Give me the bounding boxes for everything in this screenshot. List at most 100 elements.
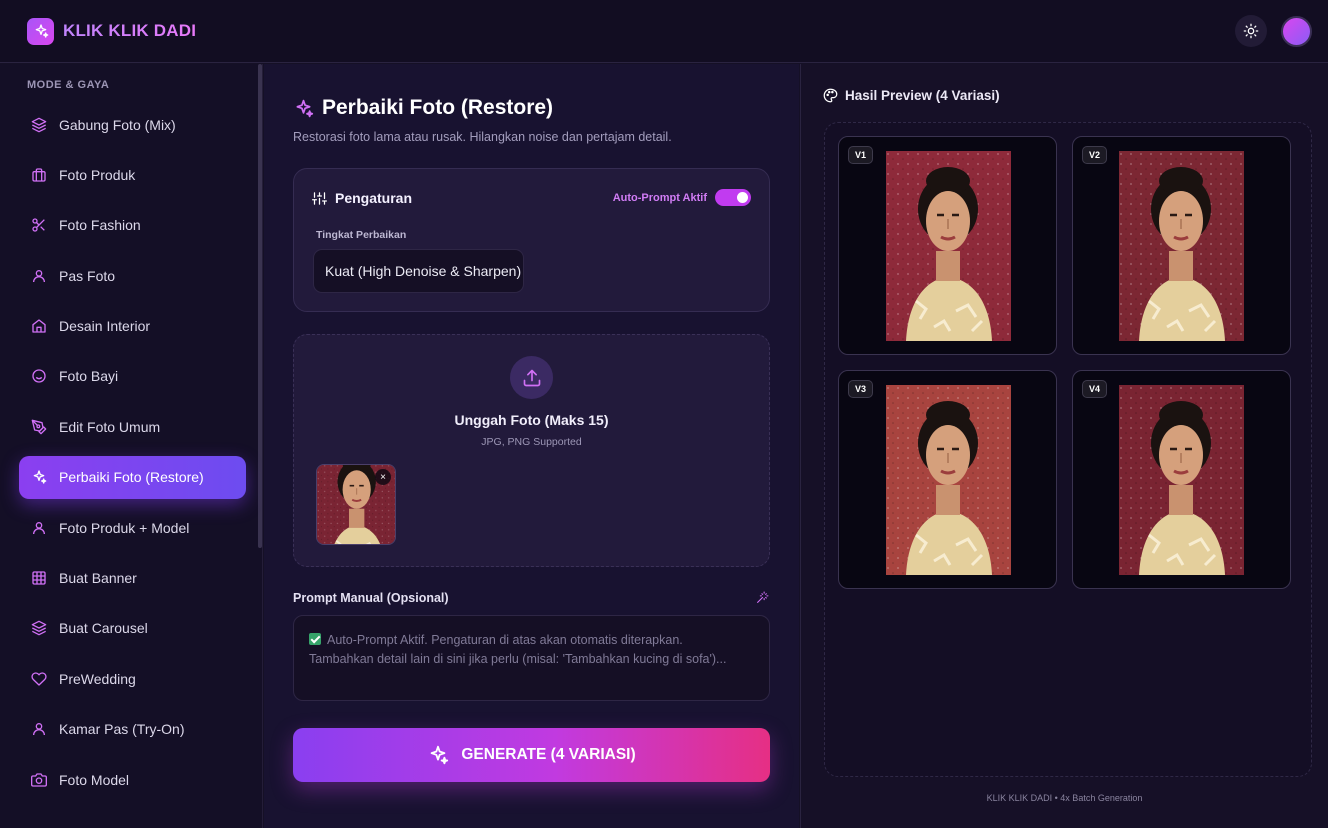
prompt-textarea[interactable]: Auto-Prompt Aktif. Pengaturan di atas ak… <box>293 615 770 701</box>
page-title-row: Perbaiki Foto (Restore) <box>293 96 553 120</box>
page-title: Perbaiki Foto (Restore) <box>322 96 554 119</box>
sidebar-item-label: Foto Produk <box>59 166 136 183</box>
sidebar-item-foto-produk[interactable]: Foto Produk <box>19 153 246 196</box>
settings-title: Pengaturan <box>312 190 412 206</box>
home-icon <box>32 319 46 333</box>
heart-icon <box>31 672 47 686</box>
remove-photo-button[interactable]: × <box>375 469 391 485</box>
auto-prompt-control: Auto-Prompt Aktif <box>613 189 751 206</box>
generate-label: GENERATE (4 VARIASI) <box>461 746 636 763</box>
prompt-placeholder-text-1: Auto-Prompt Aktif. Pengaturan di atas ak… <box>327 633 683 647</box>
sparkles-icon <box>27 17 54 45</box>
preview-panel: Hasil Preview (4 Variasi) V1 V2 V3 V4 KL… <box>800 64 1328 828</box>
sidebar-item-desain-interior[interactable]: Desain Interior <box>19 305 246 348</box>
page-subtitle: Restorasi foto lama atau rusak. Hilangka… <box>293 130 672 144</box>
wand-icon <box>757 591 769 603</box>
nav-list: Gabung Foto (Mix) Foto Produk Foto Fashi… <box>19 103 246 808</box>
variant-badge: V3 <box>848 380 874 398</box>
auto-prompt-toggle[interactable] <box>715 189 751 206</box>
variant-2-image <box>1119 151 1244 341</box>
auto-prompt-label: Auto-Prompt Aktif <box>612 191 707 204</box>
app-header: KLIK KLIK DADI <box>0 0 1328 63</box>
palette-icon <box>823 88 838 103</box>
sidebar-item-label: Foto Produk + Model <box>59 519 190 536</box>
variant-card-2[interactable]: V2 <box>1072 136 1291 355</box>
generate-button[interactable]: GENERATE (4 VARIASI) <box>293 728 770 782</box>
sparkles-icon <box>296 99 314 117</box>
sparkles-icon <box>431 745 449 765</box>
briefcase-icon <box>32 168 46 182</box>
sidebar-item-label: Buat Carousel <box>59 620 148 637</box>
upload-dropzone[interactable]: Unggah Foto (Maks 15) JPG, PNG Supported… <box>293 334 770 567</box>
sidebar-item-label: Kamar Pas (Try-On) <box>59 721 185 738</box>
sidebar-item-label: Desain Interior <box>59 318 151 335</box>
user-icon <box>33 521 45 534</box>
sidebar-heading: MODE & GAYA <box>27 79 110 91</box>
footer-note: KLIK KLIK DADI • 4x Batch Generation <box>986 793 1143 803</box>
variant-card-1[interactable]: V1 <box>838 136 1057 355</box>
upload-subtitle: JPG, PNG Supported <box>481 436 582 448</box>
sidebar-item-label: Perbaiki Foto (Restore) <box>59 469 204 486</box>
sidebar-item-buat-banner[interactable]: Buat Banner <box>19 557 246 600</box>
sidebar: MODE & GAYA Gabung Foto (Mix) Foto Produ… <box>0 64 263 828</box>
sidebar-item-foto-bayi[interactable]: Foto Bayi <box>19 355 246 398</box>
prompt-label: Prompt Manual (Opsional) <box>293 591 449 605</box>
preview-title: Hasil Preview (4 Variasi) <box>823 88 1000 103</box>
sidebar-item-label: Foto Fashion <box>59 217 141 234</box>
variant-1-image <box>886 151 1011 341</box>
sidebar-item-kamar-pas[interactable]: Kamar Pas (Try-On) <box>19 708 246 751</box>
checkbox-icon <box>309 633 321 645</box>
app-name: KLIK KLIK DADI <box>63 21 197 40</box>
sidebar-item-perbaiki-foto[interactable]: Perbaiki Foto (Restore) <box>19 455 246 499</box>
preview-title-label: Hasil Preview (4 Variasi) <box>845 88 1000 103</box>
sidebar-item-buat-carousel[interactable]: Buat Carousel <box>19 607 246 650</box>
upload-button[interactable] <box>510 356 553 399</box>
sun-icon <box>1243 23 1259 39</box>
sidebar-item-label: Buat Banner <box>59 570 137 587</box>
prompt-placeholder-line-2: Tambahkan detail lain di sini jika perlu… <box>309 652 727 666</box>
sidebar-item-foto-produk-model[interactable]: Foto Produk + Model <box>19 506 246 549</box>
sidebar-item-edit-foto-umum[interactable]: Edit Foto Umum <box>19 405 246 448</box>
repair-level-select[interactable]: Kuat (High Denoise & Sharpen) <box>313 249 524 293</box>
pen-tool-icon <box>31 419 47 435</box>
scissors-icon <box>32 218 45 232</box>
sliders-icon <box>312 191 327 205</box>
sidebar-item-foto-model[interactable]: Foto Model <box>19 758 246 801</box>
brand[interactable]: KLIK KLIK DADI <box>27 17 197 45</box>
variant-card-3[interactable]: V3 <box>838 370 1057 589</box>
camera-icon <box>31 772 47 787</box>
variant-badge: V1 <box>848 146 874 164</box>
upload-title: Unggah Foto (Maks 15) <box>454 412 609 428</box>
variant-4-image <box>1119 385 1244 575</box>
sidebar-item-foto-fashion[interactable]: Foto Fashion <box>19 204 246 247</box>
user-icon <box>33 269 45 282</box>
sidebar-item-gabung-foto[interactable]: Gabung Foto (Mix) <box>19 103 246 146</box>
sidebar-scrollbar[interactable] <box>258 64 262 548</box>
grid-icon <box>32 571 46 585</box>
sidebar-item-label: Edit Foto Umum <box>59 418 161 435</box>
variant-card-4[interactable]: V4 <box>1072 370 1291 589</box>
smile-icon <box>32 369 46 384</box>
uploaded-photo-thumbnail[interactable]: × <box>316 464 396 545</box>
prompt-placeholder-line-1: Auto-Prompt Aktif. Pengaturan di atas ak… <box>309 631 754 650</box>
variant-badge: V4 <box>1082 380 1108 398</box>
avatar[interactable] <box>1281 15 1312 47</box>
theme-toggle-button[interactable] <box>1235 15 1267 47</box>
sidebar-item-label: Foto Model <box>59 771 130 788</box>
sparkles-icon <box>33 470 47 484</box>
sidebar-item-label: Foto Bayi <box>59 368 119 385</box>
layers-icon <box>31 621 47 636</box>
user-icon <box>33 723 45 736</box>
settings-card: Pengaturan Auto-Prompt Aktif Tingkat Per… <box>293 168 770 312</box>
variant-3-image <box>886 385 1011 575</box>
preview-grid: V1 V2 V3 V4 <box>824 122 1312 777</box>
magic-wand-button[interactable] <box>756 591 769 609</box>
sidebar-item-prewedding[interactable]: PreWedding <box>19 657 246 700</box>
variant-badge: V2 <box>1082 146 1108 164</box>
sidebar-item-pas-foto[interactable]: Pas Foto <box>19 254 246 297</box>
sidebar-item-label: Pas Foto <box>59 267 116 284</box>
main-panel: Perbaiki Foto (Restore) Restorasi foto l… <box>264 64 799 828</box>
layers-icon <box>31 117 47 132</box>
settings-title-label: Pengaturan <box>335 190 413 206</box>
sidebar-item-label: PreWedding <box>59 670 136 687</box>
